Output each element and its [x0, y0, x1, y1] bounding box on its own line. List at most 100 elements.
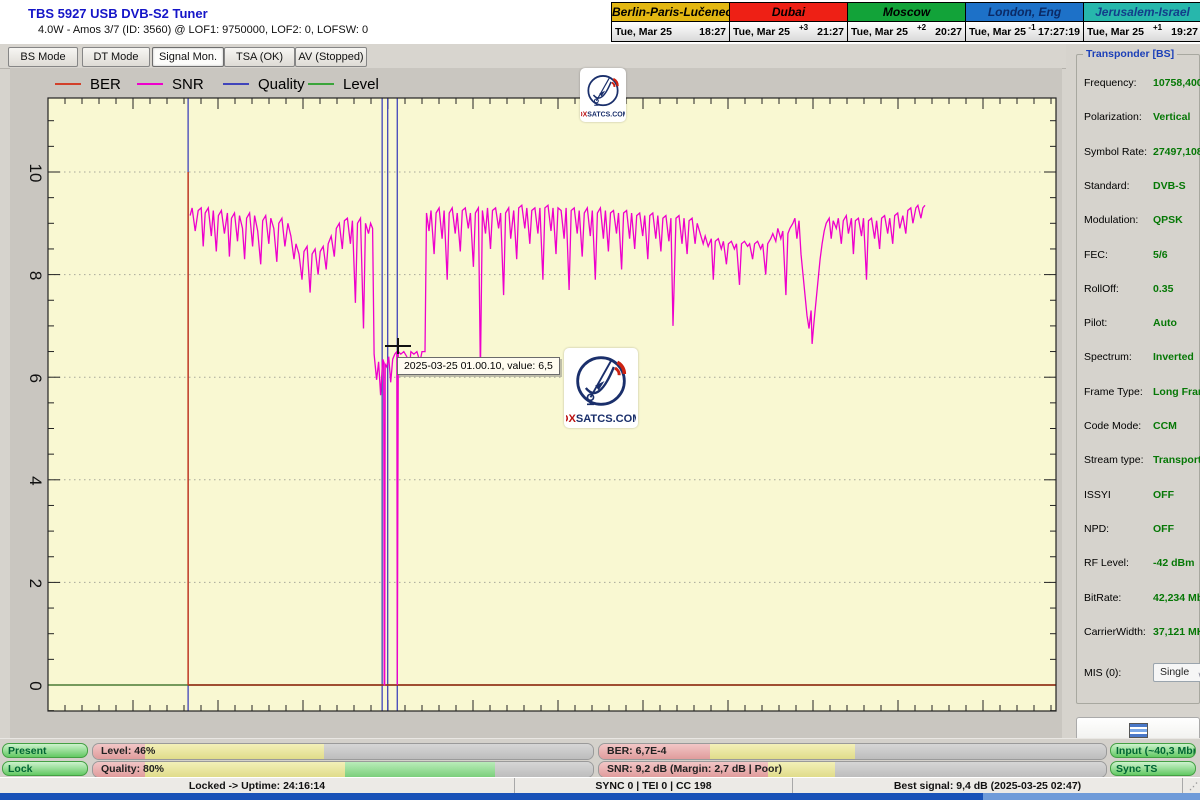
- legend-item-quality: Quality: [223, 76, 305, 92]
- svg-text:8: 8: [26, 271, 45, 280]
- clock-city-label: Berlin-Paris-Lučenec: [612, 3, 729, 22]
- dxsatcs-watermark-large: DXSATCS.COM: [564, 348, 638, 428]
- clock-4: Jerusalem-IsraelTue, Mar 25+119:27: [1083, 2, 1200, 42]
- transponder-group: Transponder [BS] Frequency:10758,400 MHz…: [1076, 54, 1200, 704]
- clock-date: Tue, Mar 25: [1087, 26, 1144, 38]
- transponder-row-issyi: ISSYIOFF: [1077, 489, 1199, 503]
- status-box-sync-ts: Sync TS: [1110, 761, 1196, 776]
- crosshair-cursor: [397, 338, 399, 354]
- clock-time-row: Tue, Mar 25+321:27: [730, 22, 847, 41]
- field-value: DVB-S: [1153, 180, 1186, 192]
- chart-tooltip: 2025-03-25 01.00.10, value: 6,5: [397, 357, 560, 375]
- clock-date: Tue, Mar 25: [733, 26, 790, 38]
- transponder-row-frametype: Frame Type:Long Frame: [1077, 386, 1199, 400]
- legend-swatch-ber: [55, 83, 81, 85]
- field-label: BitRate:: [1084, 592, 1121, 604]
- status-box-input: Input (~40,3 Mbps): [1110, 743, 1196, 758]
- statusbar-section-1: SYNC 0 | TEI 0 | CC 198: [515, 778, 793, 794]
- transponder-row-rolloff: RollOff:0.35: [1077, 283, 1199, 297]
- clock-1: DubaiTue, Mar 25+321:27: [729, 2, 848, 42]
- statusbar-section-0: Locked -> Uptime: 24:16:14: [0, 778, 515, 794]
- transponder-row-pilot: Pilot:Auto: [1077, 317, 1199, 331]
- tab-dt-mode[interactable]: DT Mode: [82, 47, 150, 67]
- field-label: Code Mode:: [1084, 420, 1141, 432]
- statusbar-section-2: Best signal: 9,4 dB (2025-03-25 02:47): [793, 778, 1183, 794]
- bar-segment-gray: [855, 744, 1106, 759]
- transponder-row-modulation: Modulation: QPSK: [1077, 214, 1199, 228]
- transponder-row-npd: NPD: OFF: [1077, 523, 1199, 537]
- field-value: Long Frame: [1153, 386, 1200, 398]
- clock-time-row: Tue, Mar 25+119:27: [1084, 22, 1200, 41]
- clock-utc-offset: +3: [790, 23, 817, 32]
- mis-dropdown[interactable]: Single∨: [1153, 663, 1200, 682]
- svg-text:DXSATCS.COM: DXSATCS.COM: [581, 111, 625, 118]
- transponder-row-streamtype: Stream type:Transport: [1077, 454, 1199, 468]
- bar-segment-yellow: [710, 744, 855, 759]
- field-label: Polarization:: [1084, 111, 1142, 123]
- clock-time: 21:27: [817, 26, 844, 38]
- status-bar: Locked -> Uptime: 24:16:14SYNC 0 | TEI 0…: [0, 777, 1200, 794]
- monitor-bars: PresentLockInput (~40,3 Mbps)Sync TSLeve…: [0, 738, 1200, 778]
- field-value: 37,121 MHz: [1153, 626, 1200, 638]
- transponder-row-fec: FEC: 5/6: [1077, 249, 1199, 263]
- progress-bar-level: Level: 46%: [92, 743, 594, 760]
- transponder-row-carrierwidth: CarrierWidth:37,121 MHz: [1077, 626, 1199, 640]
- legend-label: Quality: [258, 76, 305, 93]
- legend-item-level: Level: [308, 76, 379, 92]
- clock-city-label: Jerusalem-Israel: [1084, 3, 1200, 22]
- mis-label: MIS (0):: [1084, 667, 1121, 679]
- field-value: 5/6: [1153, 249, 1168, 261]
- clock-date: Tue, Mar 25: [969, 26, 1026, 38]
- bar-label: Level: 46%: [101, 744, 155, 759]
- field-label: NPD:: [1084, 523, 1109, 535]
- field-value: CCM: [1153, 420, 1177, 432]
- field-value: OFF: [1153, 523, 1174, 535]
- chart-canvas[interactable]: 0246810: [10, 68, 1062, 738]
- clock-city-label: Dubai: [730, 3, 847, 22]
- legend-label: SNR: [172, 76, 204, 93]
- bar-segment-gray: [495, 762, 593, 777]
- clock-utc-offset: +1: [1144, 23, 1171, 32]
- tab-strip: BS ModeDT ModeSignal Mon.TSA (OK)AV (Sto…: [0, 44, 1066, 69]
- tuner-subtitle: 4.0W - Amos 3/7 (ID: 3560) @ LOF1: 97500…: [38, 24, 368, 36]
- tab-bs-mode[interactable]: BS Mode: [8, 47, 78, 67]
- transponder-row-codemode: Code Mode: CCM: [1077, 420, 1199, 434]
- field-value: Vertical: [1153, 111, 1190, 123]
- legend-label: BER: [90, 76, 121, 93]
- field-value: Inverted: [1153, 351, 1194, 363]
- clock-0: Berlin-Paris-Lučenec Tue, Mar 25 18:27: [611, 2, 730, 42]
- clock-3: London, EngTue, Mar 25-117:27:19: [965, 2, 1084, 42]
- record-icon: [1129, 723, 1148, 738]
- clock-time: 19:27: [1171, 26, 1198, 38]
- svg-text:DXSATCS.COM: DXSATCS.COM: [566, 413, 636, 425]
- mis-row: MIS (0):Single∨: [1077, 667, 1199, 681]
- transponder-group-title: Transponder [BS]: [1083, 48, 1177, 60]
- clock-city-label: London, Eng: [966, 3, 1083, 22]
- transponder-row-polarization: Polarization: Vertical: [1077, 111, 1199, 125]
- field-value: 27497,108 KS/s: [1153, 146, 1200, 158]
- field-label: FEC:: [1084, 249, 1108, 261]
- bar-label: BER: 6,7E-4: [607, 744, 667, 759]
- taskbar-strip: [0, 793, 1200, 800]
- app-window: TBS 5927 USB DVB-S2 Tuner 4.0W - Amos 3/…: [0, 0, 1200, 800]
- field-label: RF Level:: [1084, 557, 1129, 569]
- legend-item-ber: BER: [55, 76, 121, 92]
- legend-swatch-level: [308, 83, 334, 85]
- clock-time: 18:27: [699, 26, 726, 38]
- bar-segment-yellow: [145, 744, 324, 759]
- field-label: ISSYI: [1084, 489, 1111, 501]
- legend-label: Level: [343, 76, 379, 93]
- field-value: QPSK: [1153, 214, 1183, 226]
- field-label: Stream type:: [1084, 454, 1144, 466]
- field-label: Modulation:: [1084, 214, 1138, 226]
- status-box-present: Present: [2, 743, 88, 758]
- window-header: TBS 5927 USB DVB-S2 Tuner 4.0W - Amos 3/…: [0, 0, 1200, 44]
- tab-signal-mon-[interactable]: Signal Mon.: [152, 47, 224, 67]
- clock-time: 20:27: [935, 26, 962, 38]
- resize-grip: ⋰: [1183, 778, 1200, 794]
- svg-text:4: 4: [26, 476, 45, 485]
- signal-chart[interactable]: 0246810 DXSATCS.COM DXSATCS.COM 2025-03-…: [10, 68, 1062, 738]
- clock-date: Tue, Mar 25: [615, 26, 672, 38]
- tab-tsa-ok-[interactable]: TSA (OK): [224, 47, 295, 67]
- tab-av-stopped-[interactable]: AV (Stopped): [295, 47, 367, 67]
